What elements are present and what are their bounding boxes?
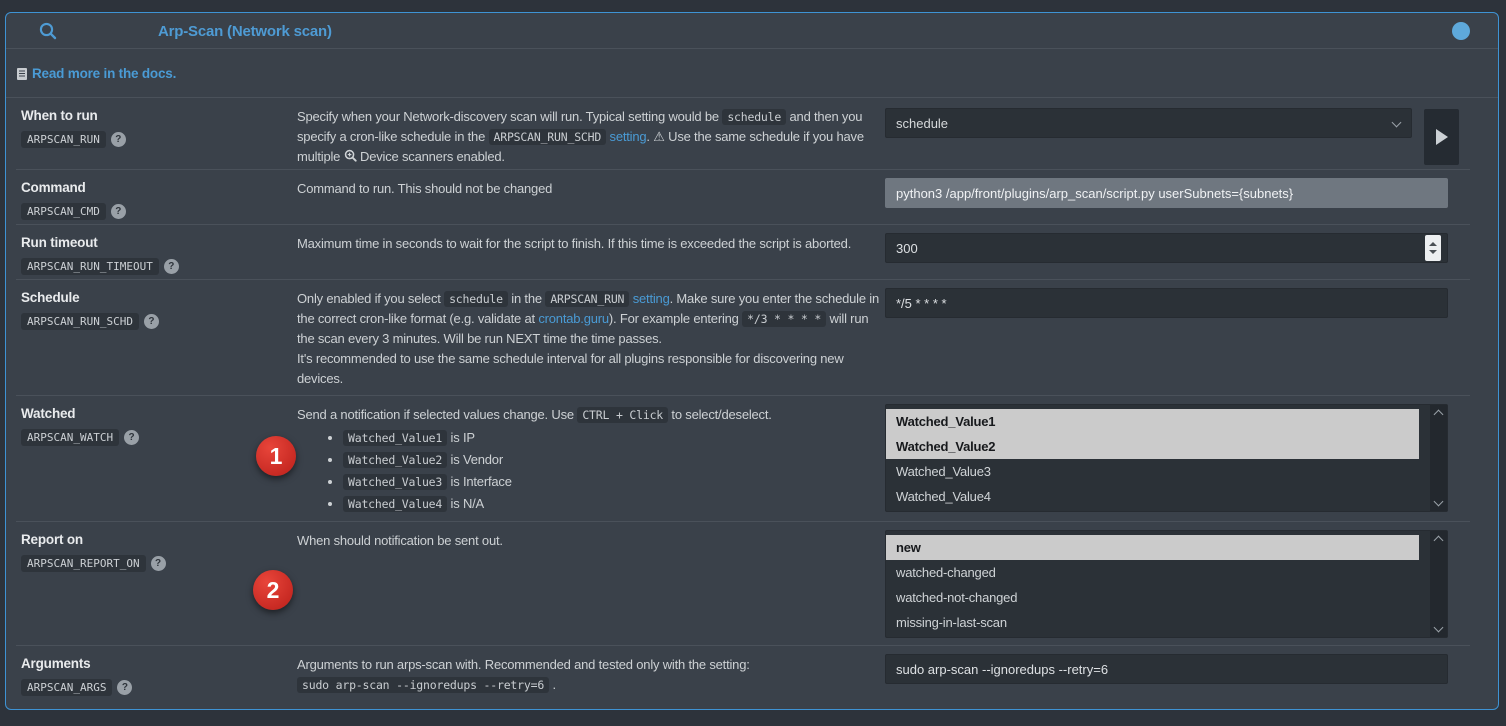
scroll-up-icon[interactable] xyxy=(1434,410,1444,420)
inline-code: schedule xyxy=(722,109,786,125)
inline-code: schedule xyxy=(444,291,508,307)
chevron-down-icon xyxy=(1392,118,1402,128)
setting-row-run-timeout: Run timeout ARPSCAN_RUN_TIMEOUT ? Maximu… xyxy=(6,225,1498,280)
schedule-input[interactable] xyxy=(885,288,1448,318)
link[interactable]: crontab.guru xyxy=(538,311,609,326)
setting-row-schedule: Schedule ARPSCAN_RUN_SCHD ? Only enabled… xyxy=(6,280,1498,396)
setting-row-report-on: Report on ARPSCAN_REPORT_ON ? When shoul… xyxy=(6,522,1498,646)
annotation-marker-1: 1 xyxy=(256,436,296,476)
setting-row-watched: Watched ARPSCAN_WATCH ? Send a notificat… xyxy=(6,396,1498,522)
search-icon[interactable] xyxy=(38,21,58,41)
stepper-down-icon[interactable] xyxy=(1429,250,1437,254)
setting-row-arguments: Arguments ARPSCAN_ARGS ? Arguments to ru… xyxy=(6,646,1498,702)
report-on-multiselect[interactable]: newwatched-changedwatched-not-changedmis… xyxy=(885,530,1448,638)
help-icon[interactable]: ? xyxy=(164,259,179,274)
help-icon[interactable]: ? xyxy=(117,680,132,695)
setting-label: Run timeout xyxy=(21,235,291,250)
setting-code-badge: ARPSCAN_RUN xyxy=(21,131,106,148)
help-icon[interactable]: ? xyxy=(111,132,126,147)
setting-description: Command to run. This should not be chang… xyxy=(297,179,879,199)
select-option[interactable]: watched-not-changed xyxy=(886,585,1419,610)
help-icon[interactable]: ? xyxy=(151,556,166,571)
setting-label: Schedule xyxy=(21,290,291,305)
select-option[interactable]: watched-changed xyxy=(886,560,1419,585)
docs-row: Read more in the docs. xyxy=(6,49,1498,98)
inline-code: Watched_Value4 xyxy=(343,496,447,512)
setting-code-badge: ARPSCAN_RUN_SCHD xyxy=(21,313,139,330)
list-item: Watched_Value1 is IP xyxy=(343,427,879,449)
number-stepper[interactable] xyxy=(1425,235,1441,261)
watched-description-intro: Send a notification if selected values c… xyxy=(297,405,879,425)
search-plus-icon xyxy=(344,147,357,167)
setting-label: Arguments xyxy=(21,656,291,671)
setting-description: Specify when your Network-discovery scan… xyxy=(297,107,879,167)
select-option[interactable]: Watched_Value1 xyxy=(886,409,1419,434)
inline-code: sudo arp-scan --ignoredups --retry=6 xyxy=(297,677,549,693)
link[interactable]: setting xyxy=(633,291,670,306)
help-icon[interactable]: ? xyxy=(111,204,126,219)
select-option[interactable]: new xyxy=(886,535,1419,560)
link[interactable]: setting xyxy=(610,129,647,144)
scroll-down-icon[interactable] xyxy=(1434,497,1444,507)
scroll-down-icon[interactable] xyxy=(1434,623,1444,633)
run-timeout-input[interactable] xyxy=(885,233,1448,263)
setting-label: Report on xyxy=(21,532,291,547)
help-icon[interactable]: ? xyxy=(144,314,159,329)
inline-code: Watched_Value2 xyxy=(343,452,447,468)
docs-link-label: Read more in the docs. xyxy=(32,66,176,81)
scroll-up-icon[interactable] xyxy=(1434,536,1444,546)
stepper-up-icon[interactable] xyxy=(1429,242,1437,246)
run-now-button[interactable] xyxy=(1424,109,1459,165)
select-option[interactable]: Watched_Value3 xyxy=(886,459,1419,484)
panel-header: Arp-Scan (Network scan) xyxy=(6,13,1498,49)
select-option[interactable]: Watched_Value2 xyxy=(886,434,1419,459)
setting-code-badge: ARPSCAN_WATCH xyxy=(21,429,119,446)
setting-row-when-to-run: When to run ARPSCAN_RUN ? Specify when y… xyxy=(6,98,1498,170)
scrollbar[interactable] xyxy=(1430,531,1447,637)
setting-code-badge: ARPSCAN_RUN_TIMEOUT xyxy=(21,258,159,275)
watched-multiselect[interactable]: Watched_Value1Watched_Value2Watched_Valu… xyxy=(885,404,1448,512)
docs-link[interactable]: Read more in the docs. xyxy=(16,66,176,81)
list-item: Watched_Value2 is Vendor xyxy=(343,449,879,471)
arguments-input[interactable] xyxy=(885,654,1448,684)
setting-description: Only enabled if you select schedule in t… xyxy=(297,289,879,389)
setting-description: Send a notification if selected values c… xyxy=(297,405,879,515)
inline-code: ARPSCAN_RUN_SCHD xyxy=(489,129,607,145)
inline-code: Watched_Value1 xyxy=(343,430,447,446)
setting-code-badge: ARPSCAN_CMD xyxy=(21,203,106,220)
setting-code-badge: ARPSCAN_REPORT_ON xyxy=(21,555,146,572)
annotation-marker-2: 2 xyxy=(253,570,293,610)
setting-label: When to run xyxy=(21,108,291,123)
plugin-settings-panel: Arp-Scan (Network scan) Read more in the… xyxy=(5,12,1499,710)
setting-label: Command xyxy=(21,180,291,195)
warning-icon: ⚠ xyxy=(653,127,664,147)
setting-label: Watched xyxy=(21,406,291,421)
when-to-run-select[interactable]: schedule xyxy=(885,108,1412,138)
select-value: schedule xyxy=(896,116,948,131)
list-item: Watched_Value4 is N/A xyxy=(343,493,879,515)
inline-code: CTRL + Click xyxy=(577,407,668,423)
command-input[interactable] xyxy=(885,178,1448,208)
inline-code: Watched_Value3 xyxy=(343,474,447,490)
help-icon[interactable]: ? xyxy=(124,430,139,445)
inline-code: ARPSCAN_RUN xyxy=(545,291,629,307)
status-dot xyxy=(1452,22,1470,40)
setting-row-command: Command ARPSCAN_CMD ? Command to run. Th… xyxy=(6,170,1498,225)
setting-description: Maximum time in seconds to wait for the … xyxy=(297,234,879,254)
book-icon xyxy=(16,67,28,81)
setting-description: Arguments to run arps-scan with. Recomme… xyxy=(297,655,879,695)
page-title: Arp-Scan (Network scan) xyxy=(158,23,332,40)
setting-description: When should notification be sent out. xyxy=(297,531,879,551)
scrollbar[interactable] xyxy=(1430,405,1447,511)
select-option[interactable]: Watched_Value4 xyxy=(886,484,1419,509)
setting-code-badge: ARPSCAN_ARGS xyxy=(21,679,112,696)
list-item: Watched_Value3 is Interface xyxy=(343,471,879,493)
play-icon xyxy=(1436,129,1448,145)
inline-code: */3 * * * * xyxy=(742,311,826,327)
watched-values-list: Watched_Value1 is IP Watched_Value2 is V… xyxy=(297,427,879,515)
select-option[interactable]: missing-in-last-scan xyxy=(886,610,1419,635)
